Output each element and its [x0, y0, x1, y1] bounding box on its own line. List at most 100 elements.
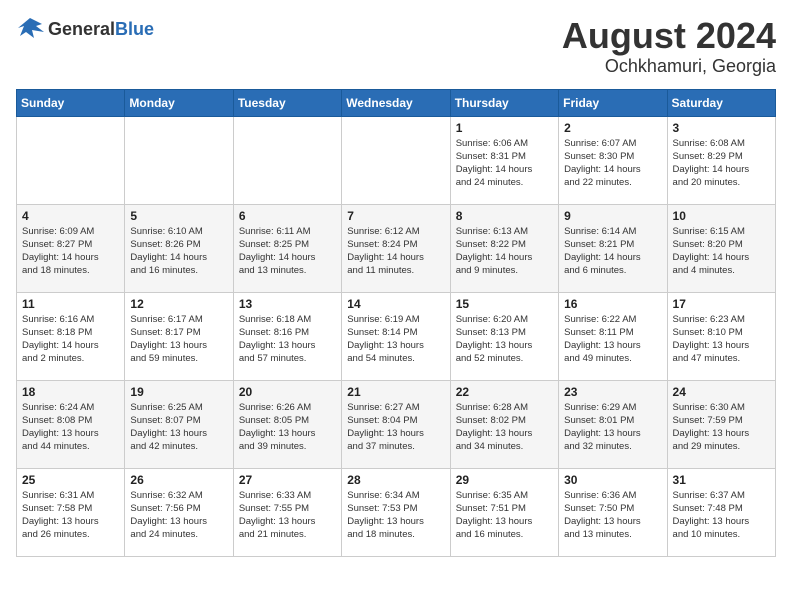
day-info: Sunrise: 6:26 AM Sunset: 8:05 PM Dayligh… — [239, 401, 336, 454]
day-number: 25 — [22, 473, 119, 487]
day-number: 14 — [347, 297, 444, 311]
day-number: 29 — [456, 473, 553, 487]
calendar-week-1: 1Sunrise: 6:06 AM Sunset: 8:31 PM Daylig… — [17, 116, 776, 204]
day-info: Sunrise: 6:25 AM Sunset: 8:07 PM Dayligh… — [130, 401, 227, 454]
calendar-cell: 21 Sunrise: 6:27 AM Sunset: 8:04 PM Dayli… — [342, 380, 450, 468]
day-number: 6 — [239, 209, 336, 223]
calendar-cell: 15 Sunrise: 6:20 AM Sunset: 8:13 PM Dayli… — [450, 292, 558, 380]
day-info: Sunrise: 6:28 AM Sunset: 8:02 PM Dayligh… — [456, 401, 553, 454]
day-info: Sunrise: 6:18 AM Sunset: 8:16 PM Dayligh… — [239, 313, 336, 366]
calendar-cell: 14 Sunrise: 6:19 AM Sunset: 8:14 PM Dayli… — [342, 292, 450, 380]
day-info: Sunrise: 6:20 AM Sunset: 8:13 PM Dayligh… — [456, 313, 553, 366]
calendar-cell: 1Sunrise: 6:06 AM Sunset: 8:31 PM Daylig… — [450, 116, 558, 204]
logo-general: General — [48, 19, 115, 39]
day-info: Sunrise: 6:10 AM Sunset: 8:26 PM Dayligh… — [130, 225, 227, 278]
header-saturday: Saturday — [667, 89, 775, 116]
day-number: 9 — [564, 209, 661, 223]
day-number: 28 — [347, 473, 444, 487]
day-number: 22 — [456, 385, 553, 399]
day-info: Sunrise: 6:15 AM Sunset: 8:20 PM Dayligh… — [673, 225, 770, 278]
calendar-cell: 25 Sunrise: 6:31 AM Sunset: 7:58 PM Dayli… — [17, 468, 125, 556]
calendar-header: Sunday Monday Tuesday Wednesday Thursday… — [17, 89, 776, 116]
day-info: Sunrise: 6:19 AM Sunset: 8:14 PM Dayligh… — [347, 313, 444, 366]
day-number: 27 — [239, 473, 336, 487]
day-number: 4 — [22, 209, 119, 223]
calendar-cell — [342, 116, 450, 204]
day-number: 2 — [564, 121, 661, 135]
day-number: 13 — [239, 297, 336, 311]
day-number: 8 — [456, 209, 553, 223]
day-number: 20 — [239, 385, 336, 399]
calendar-cell: 26 Sunrise: 6:32 AM Sunset: 7:56 PM Dayli… — [125, 468, 233, 556]
logo: GeneralBlue — [16, 16, 154, 44]
day-info: Sunrise: 6:34 AM Sunset: 7:53 PM Dayligh… — [347, 489, 444, 542]
calendar-week-3: 11Sunrise: 6:16 AM Sunset: 8:18 PM Dayli… — [17, 292, 776, 380]
calendar-cell: 8Sunrise: 6:13 AM Sunset: 8:22 PM Daylig… — [450, 204, 558, 292]
calendar-cell: 10 Sunrise: 6:15 AM Sunset: 8:20 PM Dayli… — [667, 204, 775, 292]
calendar-cell: 20 Sunrise: 6:26 AM Sunset: 8:05 PM Dayli… — [233, 380, 341, 468]
day-info: Sunrise: 6:14 AM Sunset: 8:21 PM Dayligh… — [564, 225, 661, 278]
day-number: 18 — [22, 385, 119, 399]
calendar-cell: 11Sunrise: 6:16 AM Sunset: 8:18 PM Dayli… — [17, 292, 125, 380]
header-thursday: Thursday — [450, 89, 558, 116]
calendar-cell: 2 Sunrise: 6:07 AM Sunset: 8:30 PM Daylig… — [559, 116, 667, 204]
calendar-cell: 29 Sunrise: 6:35 AM Sunset: 7:51 PM Dayli… — [450, 468, 558, 556]
day-number: 21 — [347, 385, 444, 399]
day-info: Sunrise: 6:17 AM Sunset: 8:17 PM Dayligh… — [130, 313, 227, 366]
calendar-cell: 3Sunrise: 6:08 AM Sunset: 8:29 PM Daylig… — [667, 116, 775, 204]
day-number: 5 — [130, 209, 227, 223]
calendar-cell: 6Sunrise: 6:11 AM Sunset: 8:25 PM Daylig… — [233, 204, 341, 292]
header-sunday: Sunday — [17, 89, 125, 116]
calendar-cell — [233, 116, 341, 204]
calendar-cell: 17 Sunrise: 6:23 AM Sunset: 8:10 PM Dayli… — [667, 292, 775, 380]
day-info: Sunrise: 6:23 AM Sunset: 8:10 PM Dayligh… — [673, 313, 770, 366]
day-number: 12 — [130, 297, 227, 311]
day-number: 7 — [347, 209, 444, 223]
day-info: Sunrise: 6:27 AM Sunset: 8:04 PM Dayligh… — [347, 401, 444, 454]
calendar-cell: 28 Sunrise: 6:34 AM Sunset: 7:53 PM Dayli… — [342, 468, 450, 556]
day-info: Sunrise: 6:30 AM Sunset: 7:59 PM Dayligh… — [673, 401, 770, 454]
calendar-cell: 22 Sunrise: 6:28 AM Sunset: 8:02 PM Dayli… — [450, 380, 558, 468]
calendar-cell: 12 Sunrise: 6:17 AM Sunset: 8:17 PM Dayli… — [125, 292, 233, 380]
month-year-title: August 2024 — [562, 16, 776, 56]
day-info: Sunrise: 6:07 AM Sunset: 8:30 PM Dayligh… — [564, 137, 661, 190]
day-number: 10 — [673, 209, 770, 223]
header-friday: Friday — [559, 89, 667, 116]
calendar-table: Sunday Monday Tuesday Wednesday Thursday… — [16, 89, 776, 557]
header: GeneralBlue August 2024 Ochkhamuri, Geor… — [16, 16, 776, 77]
day-info: Sunrise: 6:06 AM Sunset: 8:31 PM Dayligh… — [456, 137, 553, 190]
day-number: 30 — [564, 473, 661, 487]
day-info: Sunrise: 6:35 AM Sunset: 7:51 PM Dayligh… — [456, 489, 553, 542]
day-info: Sunrise: 6:33 AM Sunset: 7:55 PM Dayligh… — [239, 489, 336, 542]
day-number: 17 — [673, 297, 770, 311]
day-info: Sunrise: 6:09 AM Sunset: 8:27 PM Dayligh… — [22, 225, 119, 278]
day-number: 31 — [673, 473, 770, 487]
day-info: Sunrise: 6:32 AM Sunset: 7:56 PM Dayligh… — [130, 489, 227, 542]
logo-text: GeneralBlue — [48, 20, 154, 40]
logo-icon — [16, 16, 44, 44]
calendar-cell: 27 Sunrise: 6:33 AM Sunset: 7:55 PM Dayli… — [233, 468, 341, 556]
day-number: 26 — [130, 473, 227, 487]
day-number: 23 — [564, 385, 661, 399]
day-number: 24 — [673, 385, 770, 399]
day-info: Sunrise: 6:31 AM Sunset: 7:58 PM Dayligh… — [22, 489, 119, 542]
header-row: Sunday Monday Tuesday Wednesday Thursday… — [17, 89, 776, 116]
calendar-cell: 16Sunrise: 6:22 AM Sunset: 8:11 PM Dayli… — [559, 292, 667, 380]
day-info: Sunrise: 6:08 AM Sunset: 8:29 PM Dayligh… — [673, 137, 770, 190]
calendar-cell — [17, 116, 125, 204]
calendar-cell: 30Sunrise: 6:36 AM Sunset: 7:50 PM Dayli… — [559, 468, 667, 556]
calendar-cell: 9 Sunrise: 6:14 AM Sunset: 8:21 PM Daylig… — [559, 204, 667, 292]
title-area: August 2024 Ochkhamuri, Georgia — [562, 16, 776, 77]
logo-blue: Blue — [115, 19, 154, 39]
day-info: Sunrise: 6:16 AM Sunset: 8:18 PM Dayligh… — [22, 313, 119, 366]
day-info: Sunrise: 6:29 AM Sunset: 8:01 PM Dayligh… — [564, 401, 661, 454]
day-number: 15 — [456, 297, 553, 311]
calendar-cell: 18 Sunrise: 6:24 AM Sunset: 8:08 PM Dayli… — [17, 380, 125, 468]
calendar-cell: 13 Sunrise: 6:18 AM Sunset: 8:16 PM Dayli… — [233, 292, 341, 380]
day-info: Sunrise: 6:24 AM Sunset: 8:08 PM Dayligh… — [22, 401, 119, 454]
calendar-cell: 31Sunrise: 6:37 AM Sunset: 7:48 PM Dayli… — [667, 468, 775, 556]
calendar-cell: 24 Sunrise: 6:30 AM Sunset: 7:59 PM Dayli… — [667, 380, 775, 468]
calendar-cell: 4 Sunrise: 6:09 AM Sunset: 8:27 PM Daylig… — [17, 204, 125, 292]
day-number: 19 — [130, 385, 227, 399]
calendar-cell: 23 Sunrise: 6:29 AM Sunset: 8:01 PM Dayli… — [559, 380, 667, 468]
